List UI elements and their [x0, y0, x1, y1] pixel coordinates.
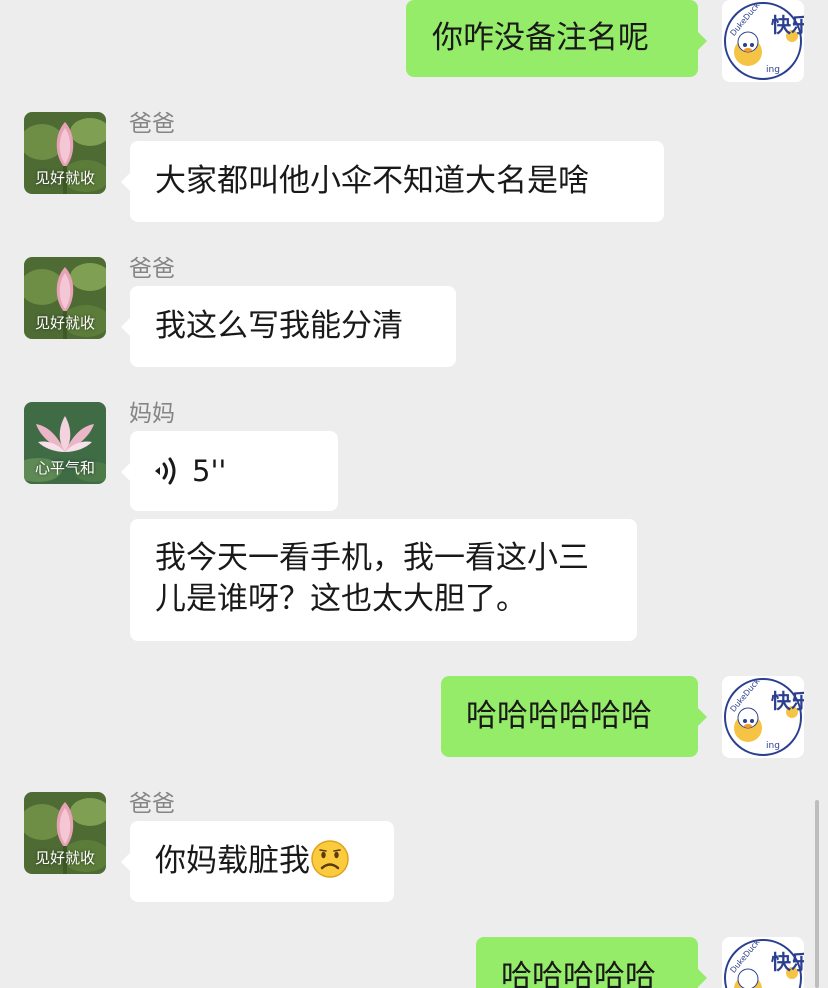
message-text: 你咋没备注名呢	[432, 20, 649, 56]
message-bubble-incoming[interactable]: 大家都叫他小伞不知道大名是啥	[121, 141, 664, 222]
avatar-me[interactable]: 快乐 DukeDuck	[722, 937, 804, 988]
message-bubble-outgoing[interactable]: 哈哈哈哈哈哈	[441, 676, 707, 757]
svg-text:快乐: 快乐	[771, 13, 804, 37]
message-bubble-incoming[interactable]: 我这么写我能分清	[121, 286, 456, 367]
duck-avatar-icon: 快乐 DukeDuck ing	[722, 0, 804, 82]
avatar-dad[interactable]: 见好就收	[24, 257, 106, 339]
message-text-line: 儿是谁呀？这也太大胆了。	[155, 581, 527, 617]
sender-name: 爸爸	[129, 256, 175, 282]
sender-name: 爸爸	[129, 111, 175, 137]
avatar-caption: 见好就收	[34, 849, 95, 867]
avatar-dad[interactable]: 见好就收	[24, 112, 106, 194]
avatar-me[interactable]: 快乐 DukeDuck ing	[722, 676, 804, 758]
message-bubble-outgoing[interactable]: 哈哈哈哈哈	[476, 937, 707, 988]
voice-message-bubble[interactable]: 5''	[121, 431, 338, 511]
svg-text:ing: ing	[766, 65, 780, 75]
message-bubble-incoming[interactable]: 你妈载脏我	[121, 821, 394, 902]
message-text: 你妈载脏我	[155, 843, 310, 879]
voice-wave-icon	[155, 457, 176, 485]
avatar-caption: 见好就收	[34, 169, 95, 187]
voice-duration: 5''	[192, 454, 227, 488]
message-bubble-incoming[interactable]: 我今天一看手机，我一看这小三 儿是谁呀？这也太大胆了。	[130, 519, 637, 641]
sender-name: 爸爸	[129, 791, 175, 817]
scrollbar[interactable]	[815, 800, 819, 988]
avatar-caption: 心平气和	[34, 459, 95, 477]
message-bubble-outgoing[interactable]: 你咋没备注名呢	[406, 0, 707, 77]
svg-text:ing: ing	[766, 741, 780, 751]
duck-avatar-icon: 快乐 DukeDuck	[722, 937, 804, 988]
message-text-line: 我今天一看手机，我一看这小三	[155, 540, 589, 576]
avatar-me[interactable]: 快乐 DukeDuck ing	[722, 0, 804, 82]
message-text: 哈哈哈哈哈	[501, 959, 656, 988]
avatar-dad[interactable]: 见好就收	[24, 792, 106, 874]
svg-text:快乐: 快乐	[771, 689, 804, 713]
svg-text:快乐: 快乐	[771, 950, 804, 974]
avatar-caption: 见好就收	[34, 314, 95, 332]
message-text: 哈哈哈哈哈哈	[466, 698, 652, 734]
message-text: 我这么写我能分清	[155, 308, 403, 344]
sender-name: 妈妈	[129, 401, 175, 427]
avatar-mom[interactable]: 心平气和	[24, 402, 106, 484]
message-text: 大家都叫他小伞不知道大名是啥	[155, 163, 589, 199]
frowning-face-emoji-icon	[311, 840, 349, 878]
chat-window: 你咋没备注名呢 快乐 DukeDuck ing 见好就收 爸爸 大家都叫他小伞不…	[0, 0, 828, 988]
duck-avatar-icon: 快乐 DukeDuck ing	[722, 676, 804, 758]
